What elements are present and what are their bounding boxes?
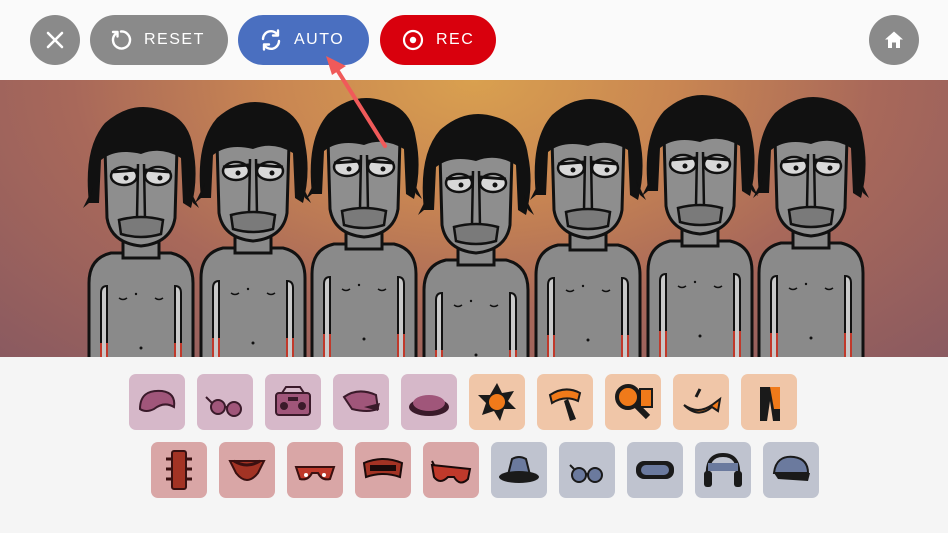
sun-icon[interactable] <box>469 374 525 430</box>
performer-stage <box>0 80 948 357</box>
performer-character[interactable] <box>530 98 646 357</box>
pants-icon[interactable] <box>741 374 797 430</box>
glasses-icon[interactable] <box>197 374 253 430</box>
home-button[interactable] <box>869 15 919 65</box>
home-icon <box>885 31 903 48</box>
magnifier-icon[interactable] <box>605 374 661 430</box>
reset-label: RESET <box>144 31 205 48</box>
record-icon <box>400 27 426 53</box>
bucket-hat-icon[interactable] <box>491 442 547 498</box>
round-glasses-icon[interactable] <box>559 442 615 498</box>
performer-character[interactable] <box>642 94 758 357</box>
top-toolbar: RESET AUTO REC <box>0 0 948 80</box>
fish-icon[interactable] <box>673 374 729 430</box>
baseball-cap-icon[interactable] <box>763 442 819 498</box>
bandana-icon[interactable] <box>219 442 275 498</box>
performer-character[interactable] <box>306 97 422 357</box>
reset-icon <box>108 27 134 53</box>
performer-character[interactable] <box>83 106 199 357</box>
reset-button[interactable]: RESET <box>90 15 228 65</box>
auto-button[interactable]: AUTO <box>238 15 369 65</box>
mask-icon[interactable] <box>355 442 411 498</box>
sunglasses-icon[interactable] <box>423 442 479 498</box>
auto-label: AUTO <box>294 31 345 48</box>
performer-character[interactable] <box>418 113 534 357</box>
traffic-light-icon[interactable] <box>151 442 207 498</box>
close-icon <box>46 31 64 49</box>
cap-icon[interactable] <box>333 374 389 430</box>
red-glasses-icon[interactable] <box>287 442 343 498</box>
beret-icon[interactable] <box>129 374 185 430</box>
rec-button[interactable]: REC <box>380 15 496 65</box>
close-button[interactable] <box>30 15 80 65</box>
hat-icon[interactable] <box>401 374 457 430</box>
game-screen: RESET AUTO REC <box>0 0 948 533</box>
refresh-icon <box>258 27 284 53</box>
performer-character[interactable] <box>753 96 869 357</box>
boombox-icon[interactable] <box>265 374 321 430</box>
item-tray <box>0 357 948 533</box>
scarf-icon[interactable] <box>537 374 593 430</box>
goggles-icon[interactable] <box>627 442 683 498</box>
performer-character[interactable] <box>195 101 311 357</box>
rec-label: REC <box>436 31 475 48</box>
headphones-icon[interactable] <box>695 442 751 498</box>
